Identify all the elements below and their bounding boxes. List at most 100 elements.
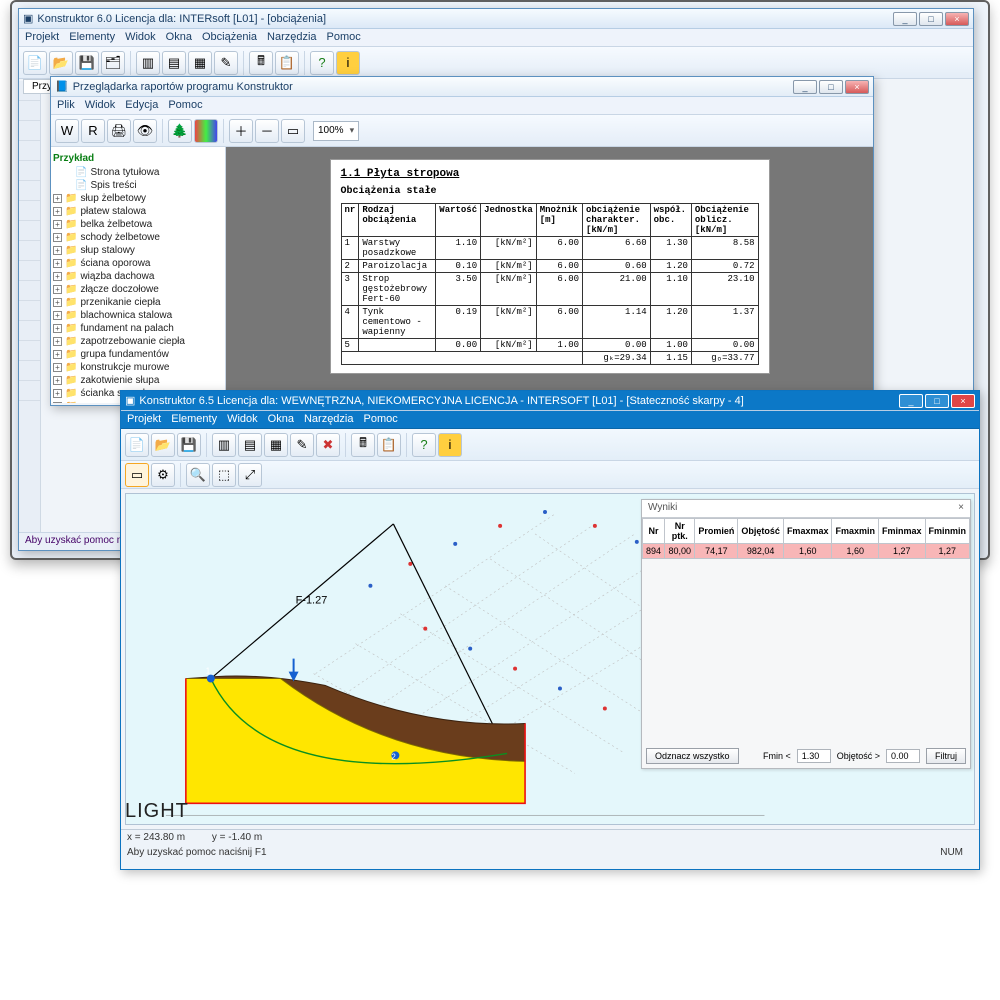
tree-node[interactable]: +📁płatew stalowa [53,205,223,218]
tree-expand-icon[interactable]: + [53,272,62,281]
tb3-calc-icon[interactable]: 🖩 [351,433,375,457]
tree-node[interactable]: +📁belka żelbetowa [53,218,223,231]
tb3-save-icon[interactable]: 💾 [177,433,201,457]
tb-calc-icon[interactable]: 🖩 [249,51,273,75]
zoom-combo[interactable]: 100% [313,121,359,141]
tree-expand-icon[interactable]: + [53,311,62,320]
w2-menu-edycja[interactable]: Edycja [125,99,158,112]
tree-expand-icon[interactable]: + [53,259,62,268]
tb-open-icon[interactable]: 📂 [49,51,73,75]
w1-menu-obciazenia[interactable]: Obciążenia [202,31,257,44]
w3-menu-elementy[interactable]: Elementy [171,413,217,426]
tb-zoomout-icon[interactable]: － [255,119,279,143]
report-canvas[interactable]: 1.1 Płyta stropowa Obciążenia stałe nrRo… [226,147,873,403]
tb3-delete-icon[interactable]: ✖ [316,433,340,457]
w1-close-button[interactable]: × [945,12,969,26]
tb-tool2-icon[interactable]: ▤ [162,51,186,75]
tree-expand-icon[interactable]: + [53,194,62,203]
w2-min-button[interactable]: _ [793,80,817,94]
tree-expand-icon[interactable]: + [53,363,62,372]
w2-titlebar[interactable]: 📘 Przeglądarka raportów programu Konstru… [51,77,873,97]
tree-node[interactable]: +📁zapotrzebowanie ciepła [53,335,223,348]
tree-expand-icon[interactable]: + [53,402,62,403]
tb-saveall-icon[interactable]: 🗂 [101,51,125,75]
w1-menu-elementy[interactable]: Elementy [69,31,115,44]
w3-menu-pomoc[interactable]: Pomoc [364,413,398,426]
w3-close-button[interactable]: × [951,394,975,408]
tb3-geom-icon[interactable]: ▥ [212,433,236,457]
tb3-new-icon[interactable]: 📄 [125,433,149,457]
tb-report-icon[interactable]: 📋 [275,51,299,75]
tree-expand-icon[interactable]: + [53,233,62,242]
tree-node[interactable]: 📄Strona tytułowa [53,166,223,179]
tb-tree-icon[interactable]: 🌲 [168,119,192,143]
tb3-zoomfit-icon[interactable]: ⤢ [238,463,262,487]
w3-max-button[interactable]: □ [925,394,949,408]
w1-max-button[interactable]: □ [919,12,943,26]
tb-new-icon[interactable]: 📄 [23,51,47,75]
tree-expand-icon[interactable]: + [53,298,62,307]
obj-input[interactable]: 0.00 [886,749,920,763]
tree-expand-icon[interactable]: + [53,376,62,385]
tb-info-icon[interactable]: i [336,51,360,75]
tree-node[interactable]: +📁grupa fundamentów [53,348,223,361]
tb-save-icon[interactable]: 💾 [75,51,99,75]
w1-min-button[interactable]: _ [893,12,917,26]
tb3-open-icon[interactable]: 📂 [151,433,175,457]
tree-node[interactable]: 📄Spis treści [53,179,223,192]
tb3-loads-icon[interactable]: ▦ [264,433,288,457]
w1-menu-okna[interactable]: Okna [166,31,192,44]
w2-menu-widok[interactable]: Widok [85,99,116,112]
w1-menu-narzedzia[interactable]: Narzędzia [267,31,317,44]
tb-help-icon[interactable]: ? [310,51,334,75]
tree-node[interactable]: +📁zakotwienie słupa [53,374,223,387]
w3-menu-widok[interactable]: Widok [227,413,258,426]
w2-menu-plik[interactable]: Plik [57,99,75,112]
deselect-all-button[interactable]: Odznacz wszystko [646,748,739,764]
w3-menu-projekt[interactable]: Projekt [127,413,161,426]
results-close-icon[interactable]: × [958,502,964,515]
tb3-edit-icon[interactable]: ✎ [290,433,314,457]
tb-zoomin-icon[interactable]: ＋ [229,119,253,143]
tree-expand-icon[interactable]: + [53,246,62,255]
tb3-zoomin-icon[interactable]: 🔍 [186,463,210,487]
fmin-input[interactable]: 1.30 [797,749,831,763]
w3-min-button[interactable]: _ [899,394,923,408]
w3-titlebar[interactable]: ▣ Konstruktor 6.5 Licencja dla: WEWNĘTRZ… [121,391,979,411]
tree-expand-icon[interactable]: + [53,220,62,229]
tb-tool1-icon[interactable]: ▥ [136,51,160,75]
tree-node[interactable]: +📁ściana oporowa [53,257,223,270]
tree-expand-icon[interactable]: + [53,337,62,346]
tree-expand-icon[interactable]: + [53,207,62,216]
tb3-zoomarea-icon[interactable]: ⬚ [212,463,236,487]
tb-export-rtf-icon[interactable]: R [81,119,105,143]
tb-preview-icon[interactable]: 👁 [133,119,157,143]
w1-menu-widok[interactable]: Widok [125,31,156,44]
w2-close-button[interactable]: × [845,80,869,94]
tb-print-icon[interactable]: 🖨 [107,119,131,143]
tree-node[interactable]: +📁słup żelbetowy [53,192,223,205]
report-tree[interactable]: Przykład 📄Strona tytułowa📄Spis treści+📁s… [51,147,226,403]
tb-tool4-icon[interactable]: ✎ [214,51,238,75]
tb3-layers-icon[interactable]: ▤ [238,433,262,457]
tree-expand-icon[interactable]: + [53,324,62,333]
tree-expand-icon[interactable]: + [53,285,62,294]
tree-root[interactable]: Przykład [53,151,223,166]
results-panel[interactable]: Wyniki × NrNr ptk.PromieńObjętośćFmaxmax… [641,499,971,769]
w2-max-button[interactable]: □ [819,80,843,94]
tb-fitpage-icon[interactable]: ▭ [281,119,305,143]
w3-menu-narzedzia[interactable]: Narzędzia [304,413,354,426]
tb-color-icon[interactable] [194,119,218,143]
filter-button[interactable]: Filtruj [926,748,966,764]
tree-node[interactable]: +📁słup stalowy [53,244,223,257]
tb3-report-icon[interactable]: 📋 [377,433,401,457]
tb-export-word-icon[interactable]: W [55,119,79,143]
tb3-info-icon[interactable]: i [438,433,462,457]
w1-titlebar[interactable]: ▣ Konstruktor 6.0 Licencja dla: INTERsof… [19,9,973,29]
tree-node[interactable]: +📁przenikanie ciepła [53,296,223,309]
tb-tool3-icon[interactable]: ▦ [188,51,212,75]
tb3-help-icon[interactable]: ? [412,433,436,457]
tb3-select-icon[interactable]: ▭ [125,463,149,487]
w1-menu-pomoc[interactable]: Pomoc [327,31,361,44]
tree-node[interactable]: +📁wiązba dachowa [53,270,223,283]
